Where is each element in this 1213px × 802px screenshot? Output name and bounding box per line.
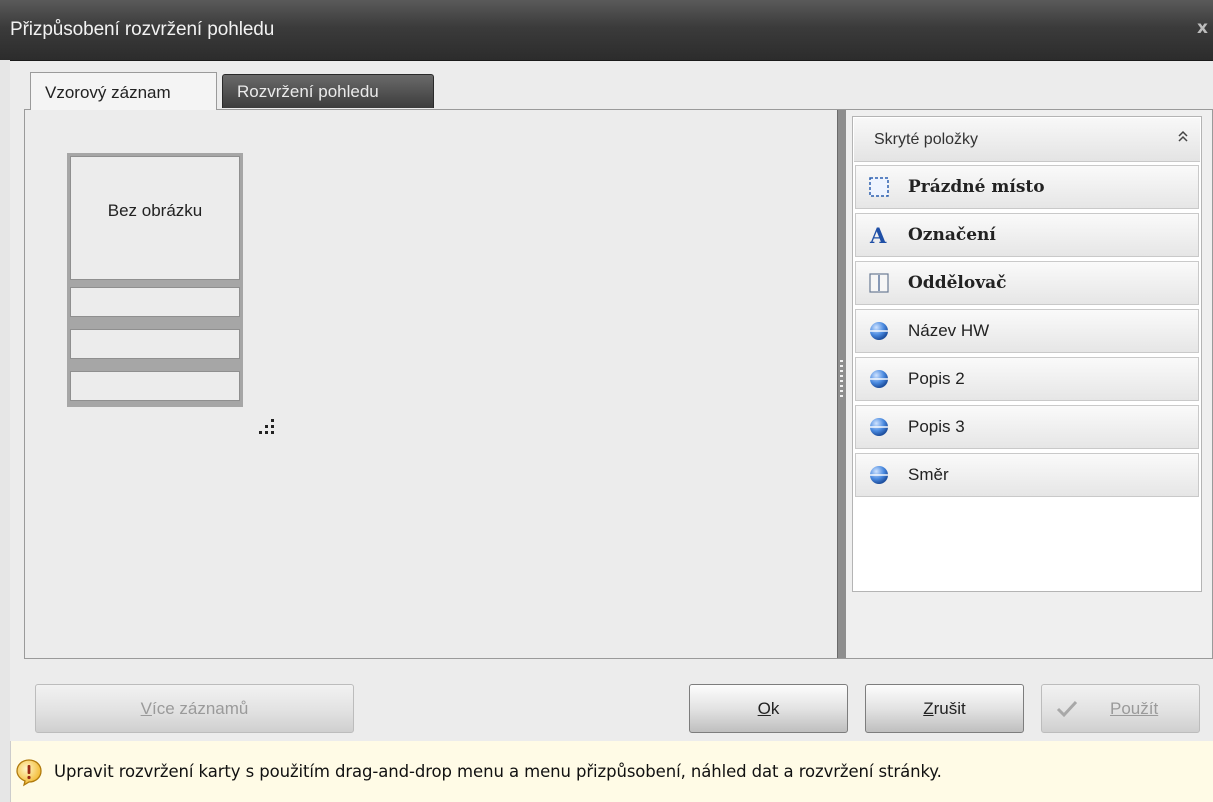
hidden-item-field[interactable]: Směr bbox=[855, 453, 1199, 497]
ok-button[interactable]: Ok bbox=[689, 684, 848, 733]
card-field[interactable] bbox=[70, 329, 240, 359]
card-field[interactable] bbox=[70, 287, 240, 317]
hidden-item-label: Název HW bbox=[908, 321, 990, 340]
field-sphere-icon bbox=[868, 464, 890, 486]
hidden-item-label: Směr bbox=[908, 465, 949, 484]
tab-view-layout[interactable]: Rozvržení pohledu bbox=[222, 74, 434, 108]
window-left-edge bbox=[0, 60, 10, 802]
close-icon[interactable]: x bbox=[1197, 18, 1211, 38]
title-bar: Přizpůsobení rozvržení pohledu x bbox=[0, 0, 1213, 61]
more-records-label: íce záznamů bbox=[151, 698, 249, 718]
apply-button[interactable]: Použít bbox=[1041, 684, 1200, 733]
collapse-icon[interactable] bbox=[1174, 130, 1192, 148]
more-records-button[interactable]: Více záznamů bbox=[35, 684, 354, 733]
hidden-items-title: Skryté položky bbox=[874, 131, 979, 148]
sample-card[interactable]: Bez obrázku bbox=[67, 153, 243, 407]
hidden-item-label-a[interactable]: A Označení bbox=[855, 213, 1199, 257]
hidden-item-label: Popis 2 bbox=[908, 369, 965, 388]
hidden-item-label: Oddělovač bbox=[908, 273, 1007, 293]
window-title: Přizpůsobení rozvržení pohledu bbox=[10, 19, 275, 40]
ok-mnemonic: O bbox=[757, 698, 771, 718]
hidden-item-field[interactable]: Popis 2 bbox=[855, 357, 1199, 401]
tab-content-panel: Bez obrázku Skryté položky Prázdné místo… bbox=[24, 109, 1213, 659]
field-sphere-icon bbox=[868, 416, 890, 438]
label-a-icon: A bbox=[868, 224, 890, 246]
empty-space-icon bbox=[868, 176, 890, 198]
resize-grip-icon[interactable] bbox=[255, 417, 279, 441]
tab-sample-record[interactable]: Vzorový záznam bbox=[30, 72, 217, 110]
svg-text:A: A bbox=[869, 224, 887, 246]
card-field[interactable] bbox=[70, 371, 240, 401]
separator-icon bbox=[868, 272, 890, 294]
cancel-button[interactable]: Zrušit bbox=[865, 684, 1024, 733]
hidden-items-panel: Skryté položky Prázdné místo A Označení … bbox=[852, 116, 1202, 592]
checkmark-icon bbox=[1056, 700, 1078, 717]
hidden-item-separator[interactable]: Oddělovač bbox=[855, 261, 1199, 305]
hidden-item-field[interactable]: Popis 3 bbox=[855, 405, 1199, 449]
hidden-item-label: Popis 3 bbox=[908, 417, 965, 436]
hidden-items-header[interactable]: Skryté položky bbox=[854, 118, 1200, 162]
more-records-mnemonic: V bbox=[140, 698, 152, 718]
image-placeholder[interactable]: Bez obrázku bbox=[70, 156, 240, 280]
status-text: Upravit rozvržení karty s použitím drag-… bbox=[54, 762, 942, 781]
hidden-item-field[interactable]: Název HW bbox=[855, 309, 1199, 353]
splitter-grip-icon bbox=[840, 360, 843, 400]
warning-bulb-icon bbox=[16, 758, 42, 786]
layout-canvas: Bez obrázku bbox=[25, 110, 837, 658]
status-bar: Upravit rozvržení karty s použitím drag-… bbox=[10, 741, 1213, 802]
apply-label: Použít bbox=[1110, 698, 1159, 718]
hidden-item-label: Označení bbox=[908, 225, 996, 245]
cancel-label: rušit bbox=[933, 698, 966, 718]
panel-splitter[interactable] bbox=[837, 110, 846, 658]
field-sphere-icon bbox=[868, 368, 890, 390]
hidden-item-empty-space[interactable]: Prázdné místo bbox=[855, 165, 1199, 209]
hidden-item-label: Prázdné místo bbox=[908, 177, 1045, 197]
cancel-mnemonic: Z bbox=[923, 698, 934, 718]
ok-label: k bbox=[770, 698, 780, 718]
field-sphere-icon bbox=[868, 320, 890, 342]
